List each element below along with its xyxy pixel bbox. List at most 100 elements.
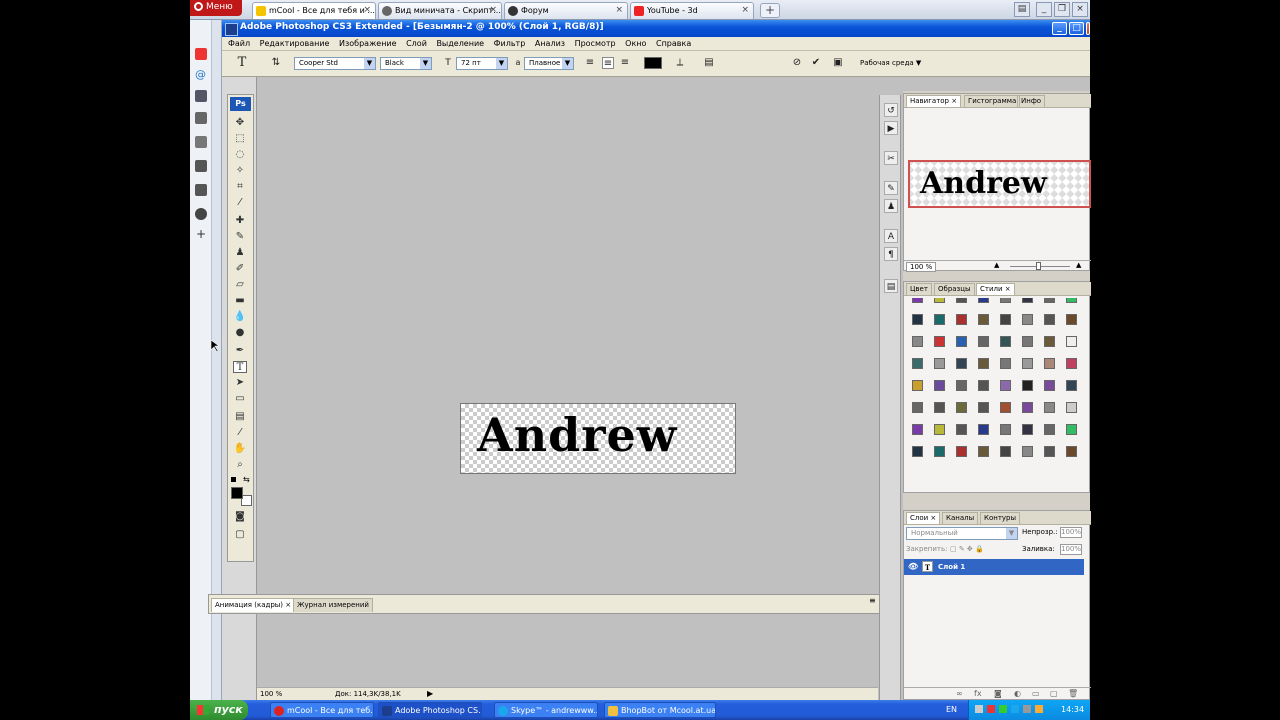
style-swatch[interactable] xyxy=(1044,314,1055,325)
lasso-tool-icon[interactable]: ◌ xyxy=(233,149,247,161)
style-swatch[interactable] xyxy=(934,402,945,413)
style-swatch[interactable] xyxy=(1044,380,1055,391)
close-icon[interactable]: × xyxy=(741,5,749,15)
layer-name[interactable]: Слой 1 xyxy=(938,563,965,571)
style-swatch[interactable] xyxy=(956,380,967,391)
align-right-icon[interactable]: ≡ xyxy=(619,57,631,69)
align-center-icon[interactable]: ≡ xyxy=(602,57,614,69)
style-swatch[interactable] xyxy=(956,424,967,435)
new-group-icon[interactable]: ▭ xyxy=(1032,689,1040,698)
style-swatch[interactable] xyxy=(934,298,945,303)
close-button[interactable] xyxy=(1086,22,1090,35)
blur-tool-icon[interactable]: 💧 xyxy=(233,311,247,323)
navigator-zoom-value[interactable]: 100 % xyxy=(906,262,937,272)
style-swatch[interactable] xyxy=(934,446,945,457)
style-swatch[interactable] xyxy=(956,358,967,369)
bookmarks-icon[interactable] xyxy=(195,90,207,102)
gradient-tool-icon[interactable]: ▬ xyxy=(233,295,247,307)
style-swatch[interactable] xyxy=(1022,446,1033,457)
add-panel-icon[interactable]: + xyxy=(195,228,207,240)
menu-image[interactable]: Изображение xyxy=(339,39,397,48)
style-swatch[interactable] xyxy=(978,314,989,325)
style-swatch[interactable] xyxy=(1044,336,1055,347)
tab-animation[interactable]: Анимация (кадры) × xyxy=(211,598,296,612)
navigator-preview[interactable]: Andrew xyxy=(908,160,1091,208)
brushes-panel-icon[interactable]: ✎ xyxy=(884,181,898,195)
style-swatch[interactable] xyxy=(1066,314,1077,325)
style-swatch[interactable] xyxy=(1000,336,1011,347)
browser-tab-3[interactable]: Форум × xyxy=(504,2,628,19)
swap-colors-icon[interactable]: ⇆ xyxy=(243,475,250,484)
style-swatch[interactable] xyxy=(912,336,923,347)
close-icon[interactable]: × xyxy=(489,5,497,15)
start-button[interactable]: пуск xyxy=(190,700,248,720)
style-swatch[interactable] xyxy=(1000,298,1011,303)
pen-tool-icon[interactable]: ✒ xyxy=(233,345,247,357)
widgets-icon[interactable] xyxy=(195,112,207,124)
panel-menu-icon[interactable]: ≡ xyxy=(869,596,876,605)
eraser-tool-icon[interactable]: ▱ xyxy=(233,279,247,291)
menu-view[interactable]: Просмотр xyxy=(575,39,616,48)
style-swatch[interactable] xyxy=(978,424,989,435)
style-swatch[interactable] xyxy=(912,298,923,303)
blend-mode-select[interactable]: Нормальный ▼ xyxy=(906,527,1018,540)
menu-layer[interactable]: Слой xyxy=(406,39,427,48)
layer-row[interactable]: 👁 T Слой 1 xyxy=(904,559,1084,575)
tab-paths[interactable]: Контуры xyxy=(980,512,1021,524)
opera-menu-button[interactable]: Меню xyxy=(190,0,242,16)
eyedropper-icon[interactable]: ⁄ xyxy=(233,427,247,439)
style-swatch[interactable] xyxy=(1000,424,1011,435)
type-tool-icon[interactable]: T xyxy=(236,56,248,69)
style-swatch[interactable] xyxy=(1000,402,1011,413)
style-swatch[interactable] xyxy=(1044,424,1055,435)
clone-source-icon[interactable]: ♟ xyxy=(884,199,898,213)
language-indicator[interactable]: EN xyxy=(946,705,957,714)
zoom-out-icon[interactable]: ▲ xyxy=(994,261,999,269)
adjustment-layer-icon[interactable]: ◐ xyxy=(1014,689,1021,698)
menu-edit[interactable]: Редактирование xyxy=(260,39,330,48)
unite-icon[interactable] xyxy=(195,136,207,148)
browser-tab-1[interactable]: mCool - Все для тебя и ... × xyxy=(252,2,376,19)
character-panel-icon[interactable]: ▤ xyxy=(703,57,715,69)
close-icon[interactable]: × xyxy=(615,5,623,15)
downloads-icon[interactable] xyxy=(195,184,207,196)
clone-stamp-icon[interactable]: ♟ xyxy=(233,247,247,259)
style-swatch[interactable] xyxy=(1000,314,1011,325)
style-swatch[interactable] xyxy=(956,336,967,347)
foreground-color-swatch[interactable] xyxy=(231,487,243,499)
style-swatch[interactable] xyxy=(912,358,923,369)
antialias-select[interactable]: Плавное ▼ xyxy=(524,57,574,70)
crop-tool-icon[interactable]: ⌗ xyxy=(233,181,247,193)
menu-analysis[interactable]: Анализ xyxy=(535,39,565,48)
style-swatch[interactable] xyxy=(978,298,989,303)
close-button[interactable]: × xyxy=(1072,2,1088,17)
history-panel-icon[interactable]: ↺ xyxy=(884,103,898,117)
text-color-swatch[interactable] xyxy=(644,57,662,69)
taskbar-item-bhopbot[interactable]: BhopBot от Mcool.at.ua xyxy=(604,702,716,718)
style-swatch[interactable] xyxy=(1066,298,1077,303)
style-swatch[interactable] xyxy=(934,380,945,391)
style-swatch[interactable] xyxy=(934,424,945,435)
move-tool-icon[interactable]: ✥ xyxy=(233,117,247,129)
browser-tab-4[interactable]: YouTube - 3d × xyxy=(630,2,754,19)
marquee-tool-icon[interactable]: ⬚ xyxy=(233,133,247,145)
taskbar-item-skype[interactable]: Skype™ - andrewww... xyxy=(494,702,598,718)
style-swatch[interactable] xyxy=(912,314,923,325)
menu-file[interactable]: Файл xyxy=(228,39,250,48)
opacity-input[interactable]: 100% xyxy=(1060,527,1082,538)
browser-tab-2[interactable]: Вид миничата - Скрипт... × xyxy=(378,2,502,19)
maximize-button[interactable]: □ xyxy=(1069,22,1084,35)
slice-tool-icon[interactable]: ⁄ xyxy=(233,197,247,209)
style-swatch[interactable] xyxy=(934,314,945,325)
font-family-select[interactable]: Cooper Std ▼ xyxy=(294,57,376,70)
style-swatch[interactable] xyxy=(978,336,989,347)
style-swatch[interactable] xyxy=(1066,336,1077,347)
tab-styles[interactable]: Стили × xyxy=(976,283,1015,295)
style-swatch[interactable] xyxy=(1000,380,1011,391)
tab-navigator[interactable]: Навигатор × xyxy=(906,95,962,107)
style-swatch[interactable] xyxy=(912,380,923,391)
screen-mode-icon[interactable]: ▢ xyxy=(233,529,247,541)
style-swatch[interactable] xyxy=(956,446,967,457)
layer-style-icon[interactable]: fx xyxy=(974,689,982,698)
style-swatch[interactable] xyxy=(1066,424,1077,435)
